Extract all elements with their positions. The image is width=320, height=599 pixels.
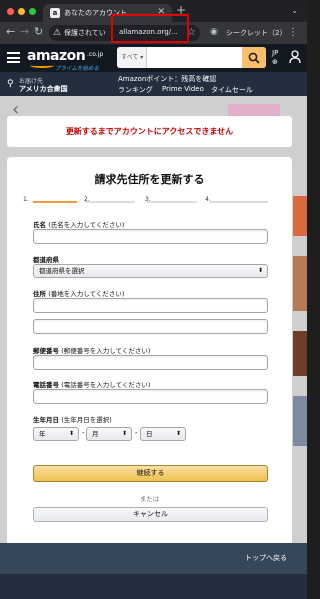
phone-label: 電話番号 (電話番号を入力してください) [33, 379, 150, 389]
url-highlight-box [111, 14, 189, 43]
hamburger-menu-icon[interactable] [7, 52, 20, 63]
phone-label-text: 電話番号 [33, 381, 59, 389]
address-label-text: 住所 [33, 290, 46, 298]
background-image-strip [293, 331, 307, 376]
dob-label-text: 生年月日 [33, 416, 59, 424]
amazon-subnav: ⚲ お届け先 アメリカ合衆国 Amazonポイント：残高を確認 ランキング Pr… [0, 72, 307, 96]
name-hint: (氏名を入力してください) [48, 221, 125, 229]
postal-hint: (郵便番号を入力してください) [61, 347, 151, 355]
search-icon [248, 52, 260, 64]
step-number: 4. [205, 196, 211, 203]
address-field-2[interactable] [33, 319, 268, 334]
step-number: 2. [84, 196, 90, 203]
step-number: 3. [145, 196, 151, 203]
name-field[interactable] [33, 229, 268, 244]
kebab-menu-icon[interactable]: ⋮ [288, 27, 298, 38]
dob-year-select[interactable]: 年 ⬍ [33, 427, 79, 441]
window-close-button[interactable] [7, 8, 14, 15]
page-content: ‹ 更新するまでアカウントにアクセスできません 請求先住所を更新する 1. 2.… [0, 96, 307, 543]
date-separator: - [135, 429, 138, 437]
window-minimize-button[interactable] [18, 8, 25, 15]
alert-banner: 更新するまでアカウントにアクセスできません [7, 116, 292, 147]
prefecture-label: 都道府県 [33, 256, 59, 264]
select-arrows-icon: ⬍ [175, 430, 181, 437]
form-title: 請求先住所を更新する [94, 173, 205, 186]
alert-message: 更新するまでアカウントにアクセスできません [65, 127, 234, 136]
continue-button[interactable]: 継続する [33, 465, 268, 482]
step-progress-active [33, 201, 77, 203]
prime-video-link[interactable]: Prime Video [162, 85, 204, 93]
search-button[interactable] [242, 47, 266, 68]
postal-code-field[interactable] [33, 355, 268, 370]
warning-icon[interactable]: ⚠ [53, 27, 61, 39]
logo-suffix: .co.jp [87, 51, 104, 58]
window-zoom-button[interactable] [29, 8, 36, 15]
background-image-strip [293, 196, 307, 236]
select-arrows-icon: ⬍ [121, 430, 127, 437]
location-pin-icon: ⚲ [7, 79, 14, 89]
dob-month-value: 月 [92, 430, 99, 438]
search-category-select[interactable]: すべて ▾ [117, 47, 147, 68]
background-image-strip [293, 256, 307, 311]
background-image-strip [293, 396, 307, 446]
dob-month-select[interactable]: 月 ⬍ [86, 427, 132, 441]
back-to-top-bar[interactable]: トップへ戻る [0, 543, 307, 574]
amazon-favicon-icon: a [50, 8, 60, 18]
incognito-label[interactable]: シークレット（2） [226, 28, 286, 38]
prefecture-select-value: 都道府県を選択 [39, 267, 85, 275]
name-label-text: 氏名 [33, 221, 46, 229]
or-divider: または [139, 495, 160, 503]
address-hint: (番地を入力してください) [48, 290, 125, 298]
select-arrows-icon: ⬍ [257, 267, 263, 274]
language-selector[interactable]: JP [272, 49, 278, 57]
globe-icon[interactable]: ⊕ [272, 58, 278, 66]
select-arrows-icon: ⬍ [68, 430, 74, 437]
dob-label: 生年月日 (生年月日を選択) [33, 414, 112, 424]
prefecture-select[interactable]: 都道府県を選択 ⬍ [33, 264, 268, 278]
cancel-button[interactable]: キャンセル [33, 507, 268, 522]
name-label: 氏名 (氏名を入力してください) [33, 219, 124, 229]
timesale-link[interactable]: タイムセール [211, 85, 253, 95]
deliver-to-country[interactable]: アメリカ合衆国 [19, 84, 68, 94]
postal-label-text: 郵便番号 [33, 347, 59, 355]
back-icon[interactable]: ← [6, 26, 15, 38]
date-separator: - [82, 429, 85, 437]
reload-icon[interactable]: ↻ [34, 26, 43, 38]
forward-icon[interactable]: → [20, 26, 29, 38]
phone-field[interactable] [33, 389, 268, 404]
account-icon[interactable] [289, 50, 301, 64]
step-number: 1. [23, 196, 29, 203]
ranking-link[interactable]: ランキング [118, 85, 153, 95]
address-label: 住所 (番地を入力してください) [33, 288, 124, 298]
step-progress [147, 201, 197, 203]
address-field-1[interactable] [33, 298, 268, 313]
dob-day-value: 日 [146, 430, 153, 438]
amazon-logo[interactable]: amazon [27, 48, 86, 64]
chevron-down-icon[interactable]: ⌄ [291, 6, 298, 15]
prime-link[interactable]: プライムを始める [55, 64, 99, 72]
step-progress [210, 201, 268, 203]
postal-label: 郵便番号 (郵便番号を入力してください) [33, 345, 150, 355]
phone-hint: (電話番号を入力してください) [61, 381, 151, 389]
dob-day-select[interactable]: 日 ⬍ [140, 427, 186, 441]
dob-hint: (生年月日を選択) [61, 416, 112, 424]
step-progress [85, 201, 135, 203]
billing-form: 請求先住所を更新する 1. 2. 3. 4. 氏名 (氏名を入力してください) … [7, 157, 292, 543]
smile-logo-icon [30, 63, 54, 68]
back-to-top-link[interactable]: トップへ戻る [245, 553, 287, 563]
incognito-icon: ◉ [210, 27, 218, 37]
points-link[interactable]: Amazonポイント：残高を確認 [118, 74, 216, 84]
security-status[interactable]: 保護されてい [64, 28, 106, 38]
footer [0, 574, 307, 599]
dob-year-value: 年 [39, 430, 46, 438]
